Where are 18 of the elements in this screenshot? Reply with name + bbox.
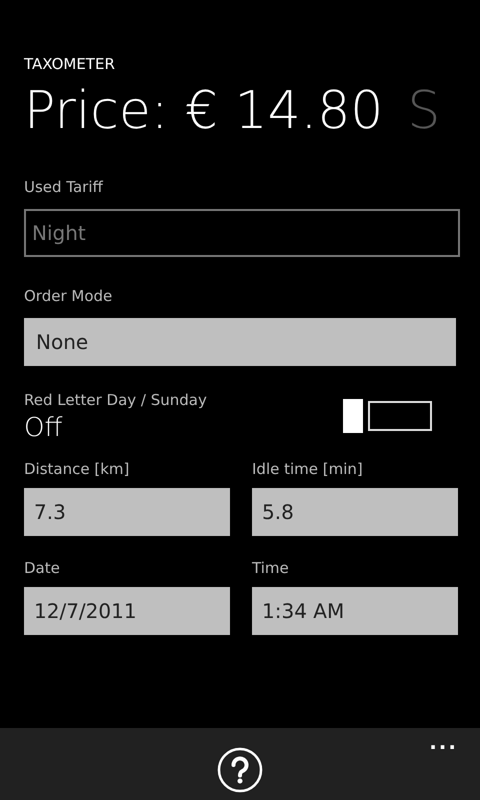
dropdown-field[interactable]: None <box>24 318 456 366</box>
toggle-switch[interactable] <box>343 399 432 433</box>
input-field[interactable]: 7.3 <box>24 488 230 536</box>
input-field[interactable]: 12/7/2011 <box>24 587 230 635</box>
app-title: TAXOMETER <box>24 55 115 73</box>
input-field[interactable]: 5.8 <box>252 488 458 536</box>
field-label: Time <box>252 559 289 577</box>
pivot-header[interactable]: Price: € 14.80 <box>24 79 384 143</box>
field-label: Idle time [min] <box>252 460 363 478</box>
toggle-state: Off <box>24 413 62 443</box>
help-icon[interactable] <box>216 746 264 794</box>
field-label: Date <box>24 559 60 577</box>
input-field[interactable]: 1:34 AM <box>252 587 458 635</box>
more-button[interactable]: ... <box>429 730 458 754</box>
field-label: Distance [km] <box>24 460 130 478</box>
field-label: Used Tariff <box>24 178 103 196</box>
toggle-label: Red Letter Day / Sunday <box>24 391 207 409</box>
field-label: Order Mode <box>24 287 112 305</box>
